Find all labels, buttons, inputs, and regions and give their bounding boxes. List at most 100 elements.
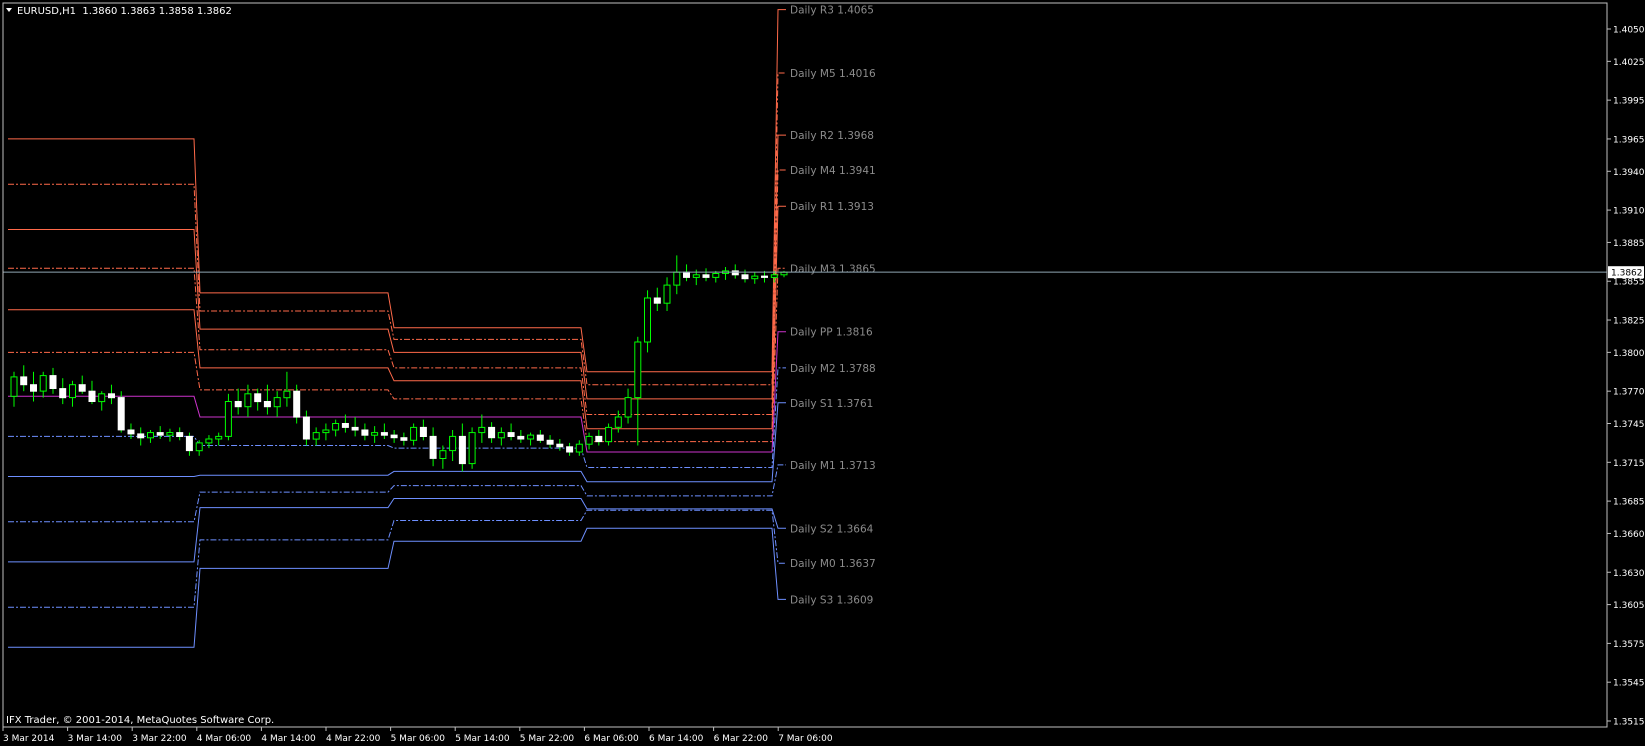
candle-body	[117, 397, 125, 431]
y-tick-label: 1.3605	[1613, 601, 1645, 611]
level-label-r1: Daily R1 1.3913	[790, 201, 874, 213]
level-label-m1: Daily M1 1.3713	[790, 460, 876, 472]
candle-body	[429, 435, 437, 459]
candle-body	[59, 388, 67, 399]
x-tick-label: 6 Mar 06:00	[584, 734, 639, 744]
candle-body	[20, 376, 28, 386]
candle-body	[449, 435, 457, 452]
candle-body	[98, 393, 106, 403]
x-tick-label: 6 Mar 14:00	[649, 734, 704, 744]
candle-body	[673, 271, 681, 286]
candle-body	[351, 426, 359, 431]
candle-body	[224, 401, 232, 437]
candle-body	[741, 274, 749, 280]
symbol-line: EURUSD,H1 1.3860 1.3863 1.3858 1.3862	[17, 6, 232, 17]
candle-body	[614, 416, 622, 428]
candle-body	[595, 435, 603, 443]
x-tick-label: 7 Mar 06:00	[778, 734, 833, 744]
candle-body	[751, 275, 759, 280]
y-tick-label: 1.3575	[1613, 640, 1645, 650]
candle-body	[49, 375, 57, 390]
candle-body	[195, 442, 203, 452]
candle-body	[390, 434, 398, 439]
candle-body	[419, 426, 427, 437]
y-tick-label: 1.3800	[1613, 349, 1645, 359]
candle-body	[254, 393, 262, 403]
level-label-r3: Daily R3 1.4065	[790, 5, 874, 17]
y-tick-label: 1.4025	[1613, 58, 1645, 68]
candle-body	[770, 274, 778, 278]
x-tick-label: 6 Mar 22:00	[714, 734, 769, 744]
candle	[117, 391, 125, 433]
candle-body	[39, 375, 47, 392]
level-label-m4: Daily M4 1.3941	[790, 165, 876, 177]
candle-body	[30, 384, 37, 392]
candle-body	[371, 432, 379, 436]
candle	[468, 427, 476, 469]
y-tick-label: 1.3825	[1613, 317, 1645, 327]
y-tick-label: 1.3515	[1613, 718, 1645, 728]
candle-body	[566, 446, 574, 453]
y-tick-label: 1.3715	[1613, 459, 1645, 469]
x-tick-label: 5 Mar 14:00	[455, 734, 510, 744]
candle-body	[585, 435, 593, 445]
candle-body	[341, 423, 349, 428]
level-label-m2: Daily M2 1.3788	[790, 363, 876, 375]
candle-body	[488, 426, 496, 439]
candle-body	[312, 432, 320, 440]
y-tick-label: 1.3885	[1613, 239, 1645, 249]
y-tick-label: 1.3745	[1613, 420, 1645, 430]
current-price-label: 1.3862	[1611, 269, 1643, 279]
candle-body	[653, 297, 661, 304]
candle-body	[731, 270, 739, 276]
y-tick-label: 1.3940	[1613, 168, 1645, 178]
candle-body	[293, 390, 301, 418]
candle-body	[108, 393, 115, 399]
y-tick-label: 1.3770	[1613, 388, 1645, 398]
candle-body	[507, 432, 515, 438]
y-tick-label: 1.3855	[1613, 278, 1645, 288]
candle-body	[575, 443, 583, 453]
candle-body	[683, 271, 690, 278]
candle-body	[244, 393, 252, 408]
y-tick-label: 1.3965	[1613, 135, 1645, 145]
y-tick-label: 1.3630	[1613, 569, 1645, 579]
symbol-header[interactable]: EURUSD,H1 1.3860 1.3863 1.3858 1.3862	[6, 6, 232, 17]
candle-body	[78, 384, 86, 392]
candle-body	[10, 376, 18, 397]
candle-body	[692, 274, 700, 278]
level-label-m3: Daily M3 1.3865	[790, 263, 876, 275]
candle-body	[127, 429, 135, 435]
candle-body	[468, 432, 476, 465]
candle-body	[234, 401, 242, 408]
candle-body	[527, 434, 535, 440]
candle-body	[156, 432, 164, 436]
level-label-m0: Daily M0 1.3637	[790, 558, 876, 570]
candle-body	[88, 390, 96, 403]
candle-body	[400, 437, 408, 441]
level-label-m5: Daily M5 1.4016	[790, 68, 876, 80]
y-tick-label: 1.3910	[1613, 207, 1645, 217]
candle-body	[410, 426, 418, 441]
y-tick-label: 1.3995	[1613, 97, 1645, 107]
candle-body	[302, 416, 310, 440]
price-chart[interactable]: Daily R3 1.4065 Daily M5 1.4016 Daily R2 1…	[0, 0, 1645, 746]
candle-body	[458, 435, 466, 465]
x-tick-label: 3 Mar 22:00	[132, 734, 187, 744]
candle-body	[380, 432, 388, 436]
candle-body	[497, 432, 505, 439]
y-tick-label: 1.3545	[1613, 679, 1645, 689]
y-tick-label: 1.3660	[1613, 530, 1645, 540]
candle-body	[185, 435, 193, 452]
candle-body	[322, 429, 330, 434]
x-tick-label: 3 Mar 14:00	[68, 734, 123, 744]
level-label-s1: Daily S1 1.3761	[790, 398, 873, 410]
x-tick-label: 4 Mar 06:00	[197, 734, 252, 744]
x-tick-label: 5 Mar 22:00	[520, 734, 575, 744]
level-label-s3: Daily S3 1.3609	[790, 594, 873, 606]
candle-body	[215, 435, 223, 440]
candle-body	[273, 397, 281, 408]
candle-body	[702, 274, 710, 278]
candle-body	[478, 426, 486, 434]
candle-body	[361, 429, 369, 436]
